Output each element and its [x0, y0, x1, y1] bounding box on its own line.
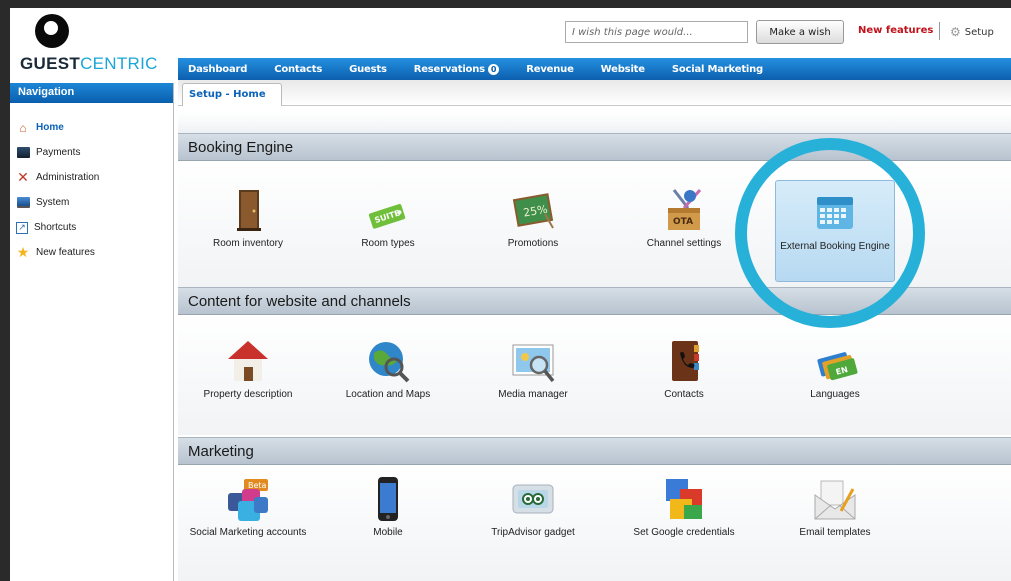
sidebar-item-label: New features [36, 247, 95, 258]
brand-logo[interactable]: GUESTCENTRIC [20, 54, 158, 74]
language-flags-icon: EN [811, 337, 859, 385]
sidebar-item-system[interactable]: System [16, 190, 171, 215]
setup-link[interactable]: ⚙ Setup [950, 25, 994, 39]
google-icon [660, 475, 708, 523]
topnav-website[interactable]: Website [601, 64, 645, 75]
room-inventory-item[interactable]: Room inventory [188, 186, 308, 250]
ota-text: OTA [673, 217, 693, 227]
phone-icon [364, 475, 412, 523]
sidebar-item-payments[interactable]: Payments [16, 140, 171, 165]
item-label: External Booking Engine [780, 241, 890, 252]
sidebar-item-label: Administration [36, 172, 100, 183]
item-label: Promotions [507, 238, 559, 249]
tripadvisor-gadget-item[interactable]: TripAdvisor gadget [473, 475, 593, 539]
item-label: Contacts [664, 389, 704, 400]
door-icon [224, 186, 272, 234]
email-templates-item[interactable]: Email templates [775, 475, 895, 539]
address-book-icon [660, 337, 708, 385]
brand-part-2: CENTRIC [80, 54, 158, 73]
social-icon: Beta [224, 475, 272, 523]
make-a-wish-button[interactable]: Make a wish [756, 20, 844, 44]
envelope-icon [811, 475, 859, 523]
mobile-item[interactable]: Mobile [328, 475, 448, 539]
sidebar-item-administration[interactable]: ✕ Administration [16, 165, 171, 190]
home-icon: ⌂ [19, 120, 27, 135]
set-google-credentials-item[interactable]: Set Google credentials [624, 475, 744, 539]
wish-input[interactable] [565, 21, 748, 43]
reservations-count-badge: 0 [487, 63, 500, 75]
gear-icon: ⚙ [950, 25, 961, 39]
tab-setup-home[interactable]: Setup - Home [182, 83, 282, 106]
tab-strip: Setup - Home [178, 80, 1011, 106]
globe-icon [364, 337, 412, 385]
sidebar-item-home[interactable]: ⌂ Home [16, 115, 171, 140]
topnav-contacts[interactable]: Contacts [274, 64, 322, 75]
logo-icon [35, 14, 69, 48]
item-label: TripAdvisor gadget [491, 527, 575, 538]
beta-text: Beta [248, 481, 267, 490]
topnav-reservations-label: Reservations [413, 63, 485, 75]
item-label: Languages [810, 389, 860, 400]
item-label: Social Marketing accounts [189, 527, 307, 538]
sidebar-item-new-features[interactable]: ★ New features [16, 240, 171, 265]
sidebar-item-label: System [36, 197, 70, 208]
topnav-dashboard[interactable]: Dashboard [188, 64, 247, 75]
setup-label: Setup [964, 26, 994, 38]
topnav-reservations[interactable]: Reservations 0 [413, 63, 500, 75]
item-label: Email templates [799, 527, 871, 538]
section-body-content: Property description Location and Maps M… [178, 315, 1011, 435]
shortcuts-icon: ↗ [16, 221, 28, 234]
section-header-content: Content for website and channels [178, 287, 1011, 315]
section-header-marketing: Marketing [178, 437, 1011, 465]
payments-icon [16, 146, 30, 160]
item-label: Room inventory [212, 238, 284, 249]
promotions-item[interactable]: 25% Promotions [473, 186, 593, 250]
calendar-icon [811, 189, 859, 237]
administration-icon: ✕ [17, 169, 29, 185]
location-and-maps-item[interactable]: Location and Maps [328, 337, 448, 401]
sidebar-item-label: Shortcuts [34, 222, 77, 233]
social-marketing-accounts-item[interactable]: Beta Social Marketing accounts [188, 475, 308, 539]
item-label: Room types [361, 238, 415, 249]
media-manager-item[interactable]: Media manager [473, 337, 593, 401]
system-icon [16, 196, 30, 210]
room-types-item[interactable]: SUITE Room types [328, 186, 448, 250]
topnav-revenue[interactable]: Revenue [526, 64, 574, 75]
section-body-booking-engine: Room inventory SUITE Room types 25% Prom… [178, 161, 1011, 287]
new-features-link[interactable]: New features [858, 25, 933, 36]
channel-settings-item[interactable]: OTA Channel settings [624, 186, 744, 250]
app-window: GUESTCENTRIC Make a wish New features ⚙ … [10, 8, 1011, 581]
brand-part-1: GUEST [20, 54, 81, 73]
section-header-booking-engine: Booking Engine [178, 133, 1011, 161]
sidebar-item-shortcuts[interactable]: ↗ Shortcuts [16, 215, 171, 240]
contacts-item[interactable]: Contacts [624, 337, 744, 401]
topnav-social-marketing[interactable]: Social Marketing [672, 64, 763, 75]
tripadvisor-icon [509, 475, 557, 523]
picture-magnifier-icon [509, 337, 557, 385]
item-label: Set Google credentials [633, 527, 735, 538]
item-label: Property description [203, 389, 293, 400]
sidebar-divider [173, 83, 174, 581]
top-nav: Dashboard Contacts Guests Reservations 0… [178, 58, 1011, 80]
chalkboard-icon: 25% [509, 186, 557, 234]
topnav-guests[interactable]: Guests [349, 64, 387, 75]
item-label: Mobile [373, 527, 403, 538]
languages-item[interactable]: EN Languages [775, 337, 895, 401]
content-top-band [178, 113, 1011, 133]
house-icon [224, 337, 272, 385]
item-label: Location and Maps [345, 389, 431, 400]
nav-header: Navigation [10, 83, 173, 103]
section-body-marketing: Beta Social Marketing accounts Mobile Tr… [178, 465, 1011, 581]
star-icon: ★ [16, 244, 30, 260]
item-label: Channel settings [646, 238, 722, 249]
suite-tag-icon: SUITE [364, 186, 412, 234]
sidebar-item-label: Home [36, 122, 64, 133]
property-description-item[interactable]: Property description [188, 337, 308, 401]
toolbar-separator [939, 22, 940, 40]
external-booking-engine-item[interactable]: External Booking Engine [775, 180, 895, 282]
sidebar-nav: ⌂ Home Payments ✕ Administration System … [16, 115, 171, 265]
sidebar-item-label: Payments [36, 147, 81, 158]
item-label: Media manager [498, 389, 568, 400]
ota-box-icon: OTA [660, 186, 708, 234]
